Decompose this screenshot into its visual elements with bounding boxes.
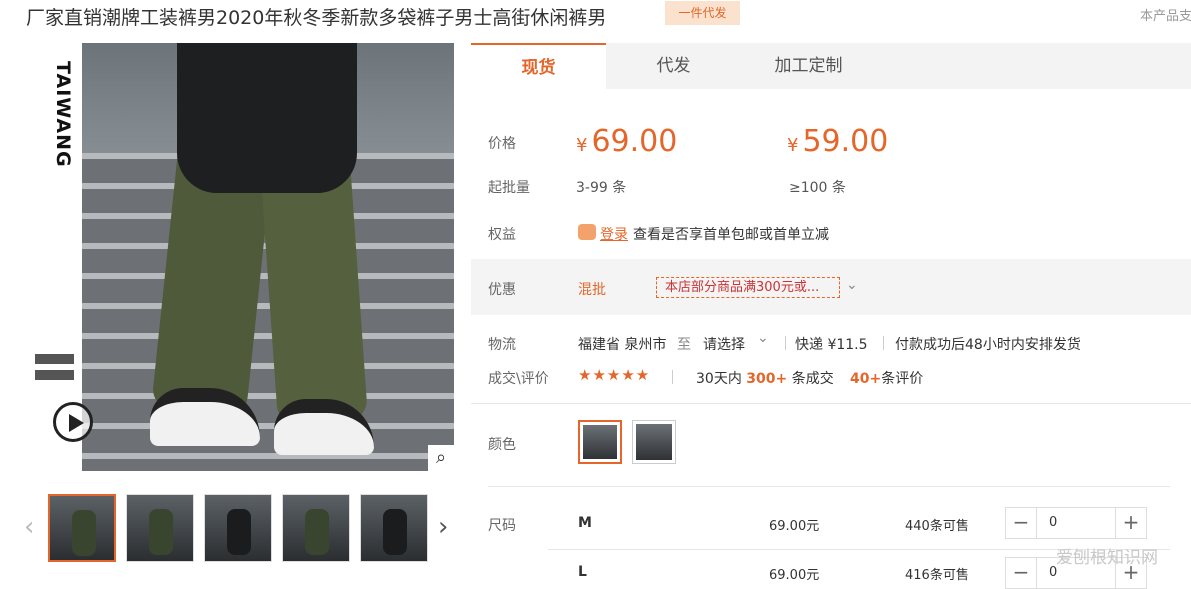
chevron-down-icon[interactable]: ⌄ [846, 277, 858, 293]
brand-bars-icon [35, 354, 74, 386]
divider [672, 370, 673, 384]
benefits-text: 查看是否享首单包邮或首单立减 [633, 227, 829, 243]
main-product-image[interactable]: TAIWANG ⌕ [0, 43, 454, 471]
size-name: L [578, 564, 587, 580]
divider [785, 336, 786, 350]
rating-stars-icon: ★★★★★ [578, 366, 651, 384]
tab-dropship[interactable]: 代发 [606, 43, 741, 89]
moq-label: 起批量 [488, 180, 530, 196]
divider [488, 486, 1170, 487]
divider [883, 336, 884, 350]
quantity-input[interactable]: 0 [1036, 508, 1116, 538]
shipping-to: 至 [677, 337, 691, 353]
dropship-badge[interactable]: 一件代发 [665, 1, 740, 25]
product-title: 厂家直销潮牌工装裤男2020年秋冬季新款多袋裤子男士高街休闲裤男 [26, 7, 607, 29]
size-stock: 440条可售 [905, 519, 969, 534]
thumbnail-3[interactable] [204, 494, 272, 562]
reviews-label: 成交\评价 [488, 371, 549, 387]
quantity-stepper[interactable]: − 0 + [1005, 507, 1147, 539]
sales-30d: 30天内 300+ 条成交 [696, 371, 834, 387]
price-label: 价格 [488, 136, 516, 152]
plus-icon[interactable]: + [1116, 508, 1146, 538]
gift-icon [578, 224, 596, 240]
price-tier-1: ¥69.00 [576, 124, 678, 159]
discount-label: 优惠 [488, 282, 516, 298]
moq-tier-1: 3-99 条 [576, 180, 627, 196]
minus-icon[interactable]: − [1006, 508, 1036, 538]
purchase-tabs: 现货 代发 加工定制 [471, 43, 1191, 89]
thumbnail-4[interactable] [282, 494, 350, 562]
color-swatch-army-green[interactable] [578, 420, 622, 464]
tab-in-stock[interactable]: 现货 [471, 43, 606, 89]
destination-select[interactable]: 请选择 [703, 334, 745, 354]
divider [471, 403, 1191, 404]
size-label: 尺码 [488, 518, 516, 534]
play-icon[interactable] [53, 402, 93, 442]
moq-tier-2: ≥100 条 [789, 180, 846, 196]
login-link[interactable]: 登录 [600, 224, 628, 244]
thumbnail-5[interactable] [360, 494, 428, 562]
color-label: 颜色 [488, 437, 516, 453]
watermark: 爱刨根知识网 [1056, 548, 1158, 568]
size-name: M [578, 515, 592, 531]
minus-icon[interactable]: − [1006, 558, 1036, 588]
dispatch-info: 付款成功后48小时内安排发货 [895, 337, 1081, 353]
shipping-origin: 福建省 泉州市 [578, 337, 667, 353]
shipping-label: 物流 [488, 337, 516, 353]
chevron-right-icon[interactable]: › [438, 512, 448, 542]
tab-custom[interactable]: 加工定制 [741, 43, 876, 89]
thumbnail-2[interactable] [126, 494, 194, 562]
color-swatch-black[interactable] [632, 420, 676, 464]
price-tier-2: ¥59.00 [787, 124, 889, 159]
destination-chevron-icon[interactable]: ⌄ [757, 330, 769, 346]
brand-logo: TAIWANG [52, 61, 74, 168]
express-fee: 快递 ¥11.5 [795, 337, 868, 353]
benefits-label: 权益 [488, 227, 516, 243]
review-count[interactable]: 40+条评价 [850, 368, 923, 388]
coupon-tag[interactable]: 本店部分商品满300元或... [656, 277, 840, 298]
thumbnail-strip: ‹ › [18, 490, 463, 566]
size-price: 69.00元 [769, 519, 820, 534]
thumbnail-1[interactable] [48, 494, 116, 562]
mix-batch-link[interactable]: 混批 [578, 279, 606, 299]
chevron-left-icon[interactable]: ‹ [24, 512, 34, 542]
top-right-text: 本产品支 [1140, 9, 1191, 24]
product-photo [82, 43, 454, 471]
magnifier-icon[interactable]: ⌕ [428, 445, 454, 471]
